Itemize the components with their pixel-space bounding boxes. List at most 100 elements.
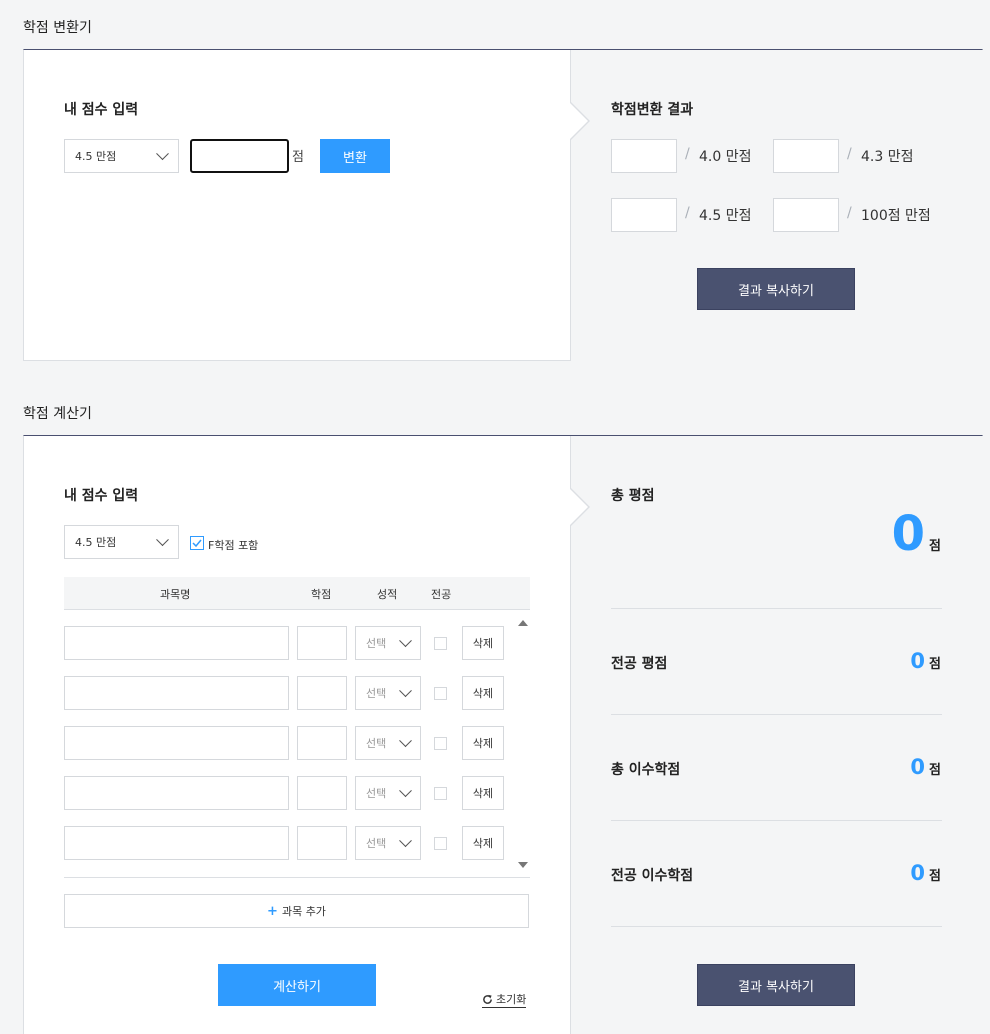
subject-name-input[interactable] (64, 676, 289, 710)
delete-row-button[interactable]: 삭제 (462, 676, 504, 710)
converter-input-heading: 내 점수 입력 (64, 102, 139, 118)
major-checkbox[interactable] (434, 687, 447, 700)
major-checkbox[interactable] (434, 787, 447, 800)
grade-select[interactable]: 선택 (355, 676, 421, 710)
grade-select[interactable]: 선택 (355, 826, 421, 860)
major-checkbox[interactable] (434, 737, 447, 750)
list-divider (64, 877, 530, 878)
grade-select-value: 선택 (366, 637, 387, 650)
chevron-down-icon (399, 684, 412, 698)
include-f-checkbox[interactable] (190, 536, 204, 550)
grade-select-value: 선택 (366, 787, 387, 800)
credit-input[interactable] (297, 776, 347, 810)
credit-input[interactable] (297, 826, 347, 860)
col-credit: 학점 (311, 588, 332, 601)
result-100-label: 100점 만점 (861, 208, 931, 224)
chevron-down-icon (156, 147, 169, 161)
grade-select-value: 선택 (366, 737, 387, 750)
credit-input[interactable] (297, 626, 347, 660)
check-icon (192, 539, 202, 548)
calculator-result-area: 총 평점 0 점 전공 평점 0 점 총 이수학점 0 점 전공 이수학점 0 … (570, 436, 983, 1034)
major-gpa-readout: 0 점 (910, 649, 941, 673)
major-gpa-value: 0 (910, 649, 926, 673)
total-credits-readout: 0 점 (910, 755, 941, 779)
total-credits-label: 총 이수학점 (611, 762, 681, 778)
subject-name-input[interactable] (64, 626, 289, 660)
total-gpa-readout: 0 점 (892, 510, 941, 558)
score-input[interactable] (190, 139, 289, 173)
calculator-copy-button[interactable]: 결과 복사하기 (697, 964, 855, 1006)
include-f-label[interactable]: F학점 포함 (208, 537, 258, 553)
plus-icon: + (267, 903, 278, 919)
converter-scale-select-value: 4.5 만점 (75, 150, 117, 163)
col-major: 전공 (431, 588, 452, 601)
reset-label: 초기화 (496, 993, 527, 1006)
slash-separator: / (685, 146, 690, 162)
summary-divider (611, 820, 942, 821)
calculator-input-heading: 내 점수 입력 (64, 488, 139, 504)
converter-section-title: 학점 변환기 (23, 20, 92, 36)
summary-divider (611, 714, 942, 715)
subject-name-input[interactable] (64, 826, 289, 860)
calculate-button[interactable]: 계산하기 (218, 964, 376, 1006)
convert-button[interactable]: 변환 (320, 139, 390, 173)
converter-panel: 내 점수 입력 4.5 만점 점 변환 학점변환 결과 / 4.0 만점 / 4… (23, 49, 983, 361)
converter-notch (570, 103, 588, 139)
result-4-0-label: 4.0 만점 (699, 149, 752, 165)
col-grade: 성적 (377, 588, 398, 601)
delete-row-button[interactable]: 삭제 (462, 726, 504, 760)
delete-row-button[interactable]: 삭제 (462, 826, 504, 860)
result-100-box (773, 198, 839, 232)
add-subject-button[interactable]: + 과목 추가 (64, 894, 529, 928)
calculator-scale-select[interactable]: 4.5 만점 (64, 525, 179, 559)
table-row: 선택 삭제 (64, 826, 530, 860)
chevron-down-icon (399, 634, 412, 648)
grade-select[interactable]: 선택 (355, 726, 421, 760)
grade-select[interactable]: 선택 (355, 626, 421, 660)
major-gpa-label: 전공 평점 (611, 656, 668, 672)
result-4-3-box (773, 139, 839, 173)
delete-row-button[interactable]: 삭제 (462, 776, 504, 810)
major-credits-readout: 0 점 (910, 861, 941, 885)
result-4-5-box (611, 198, 677, 232)
calculator-scale-select-value: 4.5 만점 (75, 536, 117, 549)
major-credits-label: 전공 이수학점 (611, 868, 694, 884)
total-gpa-unit: 점 (929, 539, 941, 554)
result-4-3-label: 4.3 만점 (861, 149, 914, 165)
table-row: 선택 삭제 (64, 626, 530, 660)
total-gpa-label: 총 평점 (611, 488, 655, 504)
table-header: 과목명 학점 성적 전공 (64, 577, 530, 610)
col-subject-name: 과목명 (160, 588, 191, 601)
chevron-down-icon (156, 533, 169, 547)
credit-input[interactable] (297, 676, 347, 710)
credit-input[interactable] (297, 726, 347, 760)
chevron-down-icon (399, 834, 412, 848)
delete-row-button[interactable]: 삭제 (462, 626, 504, 660)
converter-scale-select[interactable]: 4.5 만점 (64, 139, 179, 173)
chevron-down-icon (399, 734, 412, 748)
score-unit: 점 (292, 150, 304, 165)
grade-select-value: 선택 (366, 687, 387, 700)
slash-separator: / (685, 205, 690, 221)
scroll-down-arrow-icon[interactable] (518, 862, 528, 868)
reset-button[interactable]: 초기화 (482, 991, 527, 1008)
result-4-0-box (611, 139, 677, 173)
summary-divider (611, 926, 942, 927)
grade-select[interactable]: 선택 (355, 776, 421, 810)
total-gpa-value: 0 (891, 506, 926, 562)
subject-list[interactable]: 선택 삭제 선택 삭제 선택 삭제 선택 삭제 선택 삭제 (64, 610, 530, 878)
major-checkbox[interactable] (434, 637, 447, 650)
major-checkbox[interactable] (434, 837, 447, 850)
grade-select-value: 선택 (366, 837, 387, 850)
converter-result-area: 학점변환 결과 / 4.0 만점 / 4.3 만점 / 4.5 만점 / 100… (570, 50, 983, 361)
calculator-notch (570, 489, 588, 525)
scroll-up-arrow-icon[interactable] (518, 620, 528, 626)
subject-name-input[interactable] (64, 776, 289, 810)
table-row: 선택 삭제 (64, 776, 530, 810)
converter-result-heading: 학점변환 결과 (611, 102, 694, 118)
refresh-icon (483, 994, 492, 1004)
slash-separator: / (847, 205, 852, 221)
major-credits-value: 0 (910, 861, 926, 885)
subject-name-input[interactable] (64, 726, 289, 760)
converter-copy-button[interactable]: 결과 복사하기 (697, 268, 855, 310)
